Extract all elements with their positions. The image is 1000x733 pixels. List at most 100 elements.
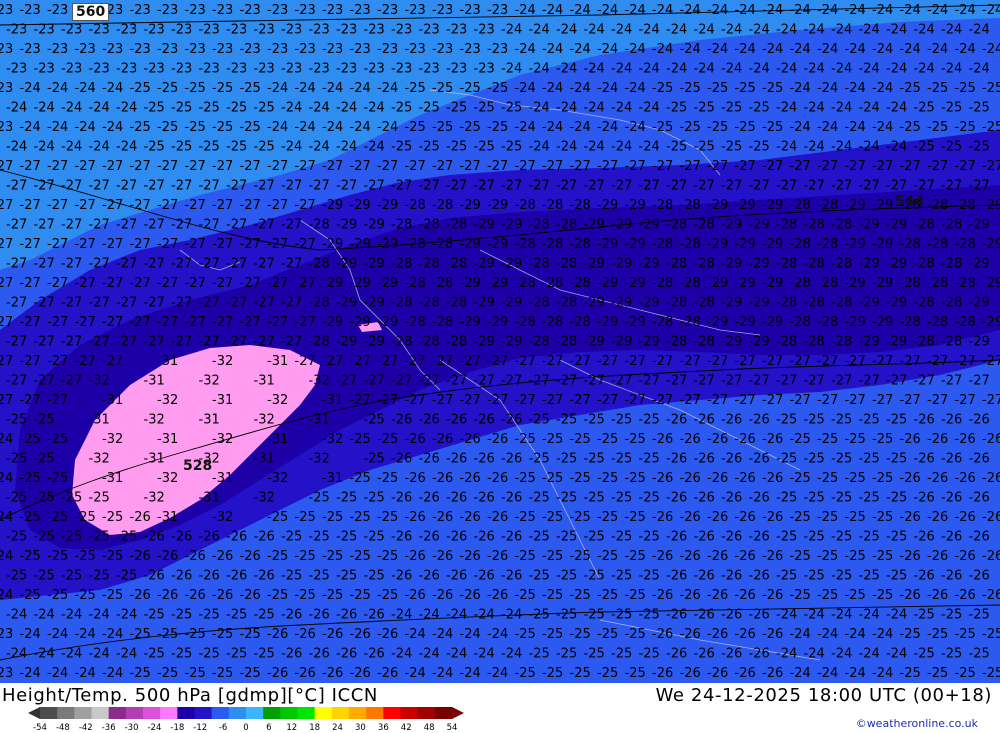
temperature-label: -25	[584, 647, 605, 662]
temperature-label: -29	[487, 315, 508, 330]
temperature-label: -27	[982, 159, 1000, 174]
temperature-label: -25	[102, 549, 123, 564]
temperature-label: -27	[185, 159, 206, 174]
temperature-label: -26	[666, 530, 687, 545]
temperature-label: -25	[817, 549, 838, 564]
temperature-label: -26	[914, 452, 935, 467]
temperature-label: -28	[570, 315, 591, 330]
temperature-label: -25	[75, 510, 96, 525]
temperature-label: -28	[927, 276, 948, 291]
temperature-label: -27	[281, 296, 302, 311]
temperature-label: -24	[364, 140, 385, 155]
temperature-label: -29	[364, 257, 385, 272]
temperature-label: -25	[419, 140, 440, 155]
temperature-label: -25	[199, 608, 220, 623]
temperature-label: -26	[226, 569, 247, 584]
temperature-label: -29	[639, 296, 660, 311]
temperature-label: -29	[859, 296, 880, 311]
temperature-label: -27	[515, 393, 536, 408]
temperature-label: -25	[185, 627, 206, 642]
temperature-label: -27	[281, 257, 302, 272]
temperature-label: -27	[34, 296, 55, 311]
temperature-label: -26	[419, 569, 440, 584]
temperature-label: -23	[130, 42, 151, 57]
temperature-label: -25	[474, 101, 495, 116]
temperature-label: -25	[34, 569, 55, 584]
temperature-label: -25	[102, 588, 123, 603]
temperature-label: -27	[226, 335, 247, 350]
temperature-label: -27	[6, 257, 27, 272]
temperature-label: -29	[859, 218, 880, 233]
temperature-label: -24	[102, 666, 123, 681]
temperature-label: -27	[652, 393, 673, 408]
temperature-label: -29	[886, 296, 907, 311]
temperature-label: -28	[776, 335, 797, 350]
temperature-label: -24	[707, 42, 728, 57]
temperature-label: -24	[611, 140, 632, 155]
temperature-label: -25	[212, 81, 233, 96]
temperature-label: -27	[529, 374, 550, 389]
temperature-label: -24	[570, 3, 591, 18]
temperature-label: -24	[817, 81, 838, 96]
temperature-label: -27	[900, 354, 921, 369]
temperature-label: -24	[0, 432, 13, 447]
temperature-label: -25	[845, 510, 866, 525]
temperature-label: -28	[391, 296, 412, 311]
scale-color-box	[228, 707, 247, 719]
temperature-label: -24	[845, 120, 866, 135]
temperature-label: -27	[405, 393, 426, 408]
temperature-label: -29	[597, 276, 618, 291]
temperature-label: -25	[969, 101, 990, 116]
temperature-label: -28	[680, 198, 701, 213]
temperature-label: -25	[955, 81, 976, 96]
temperature-label: -31	[199, 413, 220, 428]
temperature-label: -24	[584, 140, 605, 155]
temperature-label: -25	[639, 647, 660, 662]
temperature-label: -26	[226, 530, 247, 545]
temperature-label: -28	[419, 218, 440, 233]
temperature-label: -27	[735, 393, 756, 408]
scale-tick-label: 0	[243, 723, 248, 732]
credit-link[interactable]: ©weatheronline.co.uk	[856, 717, 978, 730]
temperature-label: -27	[680, 159, 701, 174]
temperature-label: -29	[584, 335, 605, 350]
scale-color-box	[280, 707, 298, 719]
temperature-label: -29	[707, 237, 728, 252]
temperature-label: -26	[735, 471, 756, 486]
temperature-label: -27	[185, 315, 206, 330]
temperature-label: -26	[254, 569, 275, 584]
temperature-label: -26	[460, 549, 481, 564]
temperature-label: -23	[0, 81, 13, 96]
temperature-label: -26	[240, 588, 261, 603]
temperature-label: -27	[597, 159, 618, 174]
temperature-label: -25	[859, 413, 880, 428]
temperature-label: -25	[721, 140, 742, 155]
temperature-label: -29	[501, 218, 522, 233]
temperature-label: -27	[267, 198, 288, 213]
temperature-label: -25	[639, 452, 660, 467]
temperature-label: -26	[721, 569, 742, 584]
temperature-label: -26	[666, 413, 687, 428]
temperature-label: -23	[0, 666, 13, 681]
temperature-label: -23	[487, 3, 508, 18]
temperature-label: -27	[405, 159, 426, 174]
temperature-label: -25	[969, 608, 990, 623]
temperature-label: -25	[254, 101, 275, 116]
temperature-label: -25	[515, 666, 536, 681]
temperature-label: -25	[639, 413, 660, 428]
scale-tick-label: 48	[424, 723, 435, 732]
temperature-label: -27	[47, 159, 68, 174]
scale-color-box	[366, 707, 384, 719]
scale-color-box	[57, 707, 75, 719]
temperature-label: -24	[446, 608, 467, 623]
temperature-label: -23	[432, 3, 453, 18]
temperature-label: -29	[501, 257, 522, 272]
temperature-label: -25	[776, 491, 797, 506]
temperature-label: -29	[597, 237, 618, 252]
temperature-label: -27	[130, 159, 151, 174]
temperature-label: -26	[680, 471, 701, 486]
temperature-label: -24	[487, 627, 508, 642]
temperature-label: -26	[405, 549, 426, 564]
temperature-label: -27	[309, 179, 330, 194]
temperature-label: -24	[309, 101, 330, 116]
